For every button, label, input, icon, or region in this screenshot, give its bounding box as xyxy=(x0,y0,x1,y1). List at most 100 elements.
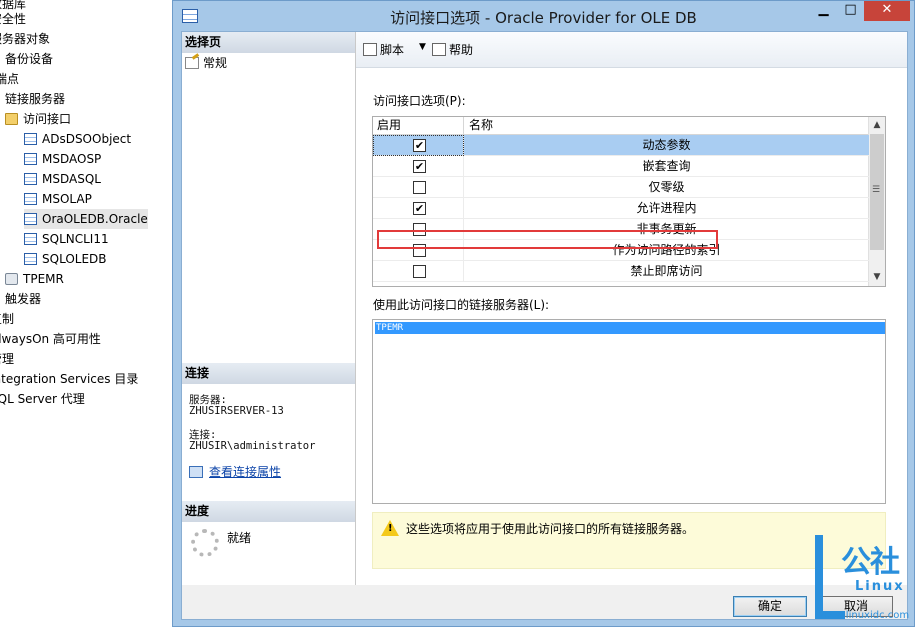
grid-scrollbar[interactable]: ▲ ☰ ▼ xyxy=(868,117,885,286)
scroll-up-icon[interactable]: ▲ xyxy=(869,117,885,134)
tree-item[interactable]: AlwaysOn 高可用性 xyxy=(0,329,101,349)
tree-item-label: 备份设备 xyxy=(5,52,54,66)
grid-row[interactable]: 禁止即席访问 xyxy=(373,261,869,282)
script-icon xyxy=(363,43,377,56)
tree-item-label: 访问接口 xyxy=(23,112,72,126)
grid-row[interactable]: ✔ 允许进程内 xyxy=(373,198,869,219)
page-general[interactable]: 常规 xyxy=(185,54,227,72)
folder-icon xyxy=(5,113,18,125)
maximize-button[interactable]: □ xyxy=(837,1,864,21)
enabled-checkbox[interactable]: ✔ xyxy=(413,139,426,152)
tree-item[interactable]: OraOLEDB.Oracle xyxy=(24,209,148,229)
tree-item-label: ADsDSOObject xyxy=(42,132,132,146)
help-label: 帮助 xyxy=(449,43,474,57)
minimize-button[interactable]: ▁ xyxy=(810,1,837,21)
help-button[interactable]: 帮助 xyxy=(432,41,473,59)
left-pane: 选择页 常规 连接 服务器: ZHUSIRSERVER-13 连接: ZHUSI… xyxy=(182,32,356,585)
title-bar[interactable]: 访问接口选项 - Oracle Provider for OLE DB ▁ □ … xyxy=(173,1,914,31)
column-name[interactable]: 名称 xyxy=(464,117,869,135)
enabled-checkbox[interactable]: ✔ xyxy=(413,202,426,215)
enabled-cell: ✔ xyxy=(373,156,464,177)
provider-icon xyxy=(24,193,37,205)
scroll-down-icon[interactable]: ▼ xyxy=(869,269,885,286)
provider-options-grid: 启用 名称 ▲ ☰ ▼ ✔ 动态参数 ✔ 嵌套查询 仅零级 ✔ 允许进程内 非事务更新 作为访问… xyxy=(372,116,886,287)
option-name: 允许进程内 xyxy=(636,201,697,215)
tree-item[interactable]: MSDASQL xyxy=(24,169,101,189)
tree-item[interactable]: TPEMR xyxy=(5,269,64,289)
tree-item[interactable]: 触发器 xyxy=(5,289,41,309)
tree-item-label: Integration Services 目录 xyxy=(0,372,139,386)
tree-item[interactable]: 复制 xyxy=(0,309,14,329)
grid-row[interactable]: ✔ 动态参数 xyxy=(373,135,869,156)
tree-item[interactable]: SQL Server 代理 xyxy=(0,389,85,409)
tree-item-label: 复制 xyxy=(0,312,15,326)
info-note: ! 这些选项将应用于使用此访问接口的所有链接服务器。 xyxy=(372,512,886,569)
tree-item[interactable]: MSOLAP xyxy=(24,189,92,209)
view-connection-properties-link[interactable]: 查看连接属性 xyxy=(189,463,281,480)
object-explorer: 数据库安全性服务器对象备份设备端点链接服务器访问接口ADsDSOObjectMS… xyxy=(0,0,172,627)
grid-row[interactable]: ✔ 嵌套查询 xyxy=(373,156,869,177)
view-connection-properties-label: 查看连接属性 xyxy=(209,465,282,479)
grid-header: 启用 名称 xyxy=(373,117,869,135)
tree-item-label: SQLNCLI11 xyxy=(42,232,109,246)
tree-item[interactable]: 安全性 xyxy=(0,9,26,29)
page-icon xyxy=(185,57,199,69)
tree-item[interactable]: 服务器对象 xyxy=(0,29,50,49)
enabled-cell: ✔ xyxy=(373,135,464,156)
watermark-logo: 公社 Linux www.linuxidc.com xyxy=(815,535,915,627)
tree-item-label: SQL Server 代理 xyxy=(0,392,85,406)
tree-item-label: TPEMR xyxy=(23,272,64,286)
tree-item-label: 端点 xyxy=(0,72,20,86)
option-name: 嵌套查询 xyxy=(642,159,691,173)
tree-item-label: 管理 xyxy=(0,352,15,366)
annotation-highlight-box xyxy=(377,230,718,249)
enabled-checkbox[interactable] xyxy=(413,181,426,194)
option-name: 动态参数 xyxy=(642,138,691,152)
tree-item-label: 服务器对象 xyxy=(0,32,51,46)
close-button[interactable]: ✕ xyxy=(864,1,910,21)
ok-button[interactable]: 确定 xyxy=(733,596,807,617)
tree-item-label: 安全性 xyxy=(0,12,27,26)
tree-item-label: MSDASQL xyxy=(42,172,101,186)
tree-item[interactable]: MSDAOSP xyxy=(24,149,101,169)
enabled-checkbox[interactable] xyxy=(413,265,426,278)
right-pane: 脚本 ▼ 帮助 访问接口选项(P): 启用 名称 ▲ ☰ ▼ ✔ 动态参数 ✔ … xyxy=(356,32,907,585)
linked-server-item[interactable]: TPEMR xyxy=(375,322,885,334)
option-name: 仅零级 xyxy=(648,180,685,194)
dialog-title: 访问接口选项 - Oracle Provider for OLE DB xyxy=(390,9,697,27)
tree-item-label: MSDAOSP xyxy=(42,152,102,166)
tree-item-label: OraOLEDB.Oracle xyxy=(42,212,148,226)
warning-icon: ! xyxy=(381,520,399,536)
script-dropdown-icon[interactable]: ▼ xyxy=(419,42,426,52)
provider-icon xyxy=(24,253,37,265)
tree-item[interactable]: Integration Services 目录 xyxy=(0,369,138,389)
server-value: ZHUSIRSERVER-13 xyxy=(189,405,284,417)
linked-servers-label: 使用此访问接口的链接服务器(L): xyxy=(373,298,550,312)
tree-item[interactable]: SQLNCLI11 xyxy=(24,229,109,249)
provider-icon xyxy=(24,233,37,245)
tree-item[interactable]: 端点 xyxy=(0,69,19,89)
enabled-checkbox[interactable]: ✔ xyxy=(413,160,426,173)
tree-item[interactable]: 访问接口 xyxy=(5,109,71,129)
provider-icon xyxy=(24,133,37,145)
progress-status: 就绪 xyxy=(227,531,252,545)
script-button[interactable]: 脚本 xyxy=(363,41,404,59)
tree-item[interactable]: 链接服务器 xyxy=(5,89,65,109)
tree-item[interactable]: SQLOLEDB xyxy=(24,249,107,269)
tree-item[interactable]: ADsDSOObject xyxy=(24,129,131,149)
linked-server-icon xyxy=(5,273,18,285)
provider-options-dialog: 访问接口选项 - Oracle Provider for OLE DB ▁ □ … xyxy=(172,0,915,627)
tree-item[interactable]: 备份设备 xyxy=(5,49,53,69)
tree-item-label: AlwaysOn 高可用性 xyxy=(0,332,101,346)
tree-item-label: 触发器 xyxy=(5,292,42,306)
tree-item-label: MSOLAP xyxy=(42,192,92,206)
enabled-cell xyxy=(373,261,464,282)
column-enabled[interactable]: 启用 xyxy=(373,117,464,135)
grid-row[interactable]: 仅零级 xyxy=(373,177,869,198)
option-name: 禁止即席访问 xyxy=(630,264,703,278)
provider-icon xyxy=(24,173,37,185)
dialog-body: 选择页 常规 连接 服务器: ZHUSIRSERVER-13 连接: ZHUSI… xyxy=(181,31,908,620)
script-label: 脚本 xyxy=(380,43,405,57)
linked-servers-list[interactable]: TPEMR xyxy=(372,319,886,504)
tree-item[interactable]: 管理 xyxy=(0,349,14,369)
